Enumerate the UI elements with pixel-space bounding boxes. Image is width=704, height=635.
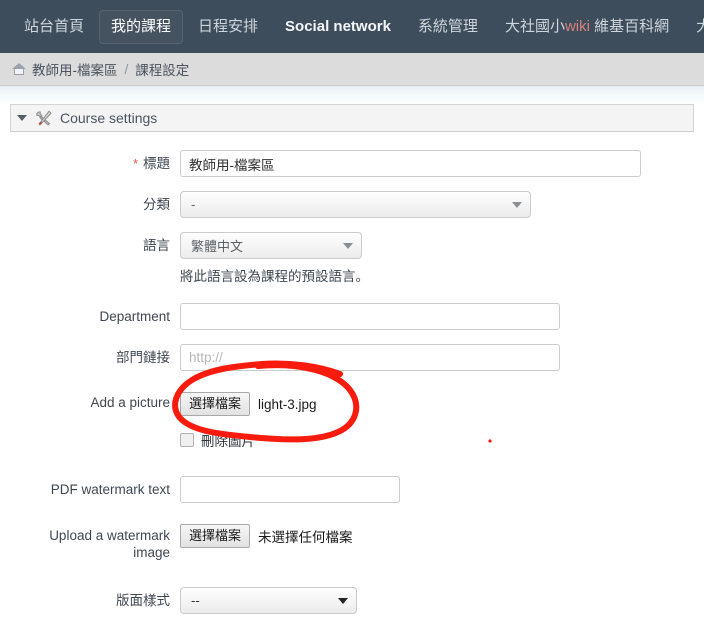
nav-item-schedule[interactable]: 日程安排 bbox=[186, 10, 270, 44]
caret-down-icon[interactable] bbox=[17, 115, 27, 121]
home-icon[interactable] bbox=[12, 62, 26, 76]
delete-picture-row[interactable]: 刪除圖片 bbox=[180, 430, 694, 450]
department-url-input[interactable] bbox=[180, 344, 560, 371]
wiki-brand-text: wiki bbox=[564, 17, 590, 35]
form-row-add-picture: Add a picture 選擇檔案 light-3.jpg 刪除圖片 bbox=[10, 389, 694, 452]
nav-item-school-homepage[interactable]: 大社國小首頁 bbox=[684, 10, 704, 44]
layout-select[interactable]: -- bbox=[180, 587, 357, 614]
header-gradient-strip bbox=[0, 86, 704, 104]
delete-picture-checkbox[interactable] bbox=[180, 433, 194, 447]
nav-item-site-home[interactable]: 站台首頁 bbox=[12, 10, 96, 44]
label-layout: 版面樣式 bbox=[116, 593, 170, 608]
breadcrumb-item-settings: 課程設定 bbox=[135, 63, 190, 78]
language-select[interactable]: 繁體中文 bbox=[180, 232, 362, 259]
category-select[interactable]: - bbox=[180, 191, 531, 218]
nav-item-system-admin[interactable]: 系統管理 bbox=[406, 10, 490, 44]
form-row-language: 語言 繁體中文 將此語言設為課程的預設語言。 bbox=[10, 232, 694, 285]
label-add-picture: Add a picture bbox=[90, 395, 170, 410]
delete-picture-label: 刪除圖片 bbox=[201, 434, 255, 449]
label-category: 分類 bbox=[143, 197, 170, 212]
category-select-value: - bbox=[191, 197, 196, 212]
required-marker: * bbox=[132, 156, 138, 171]
add-picture-file-name: light-3.jpg bbox=[258, 396, 317, 412]
add-picture-file-chooser[interactable]: 選擇檔案 light-3.jpg bbox=[180, 389, 694, 416]
title-input[interactable] bbox=[180, 150, 641, 177]
breadcrumb-item-course[interactable]: 教師用-檔案區 bbox=[32, 59, 118, 79]
course-settings-form: * 標題 分類 - 語言 繁體中文 將此語言設為課程的預設語言。 Departme… bbox=[10, 132, 694, 614]
nav-item-my-courses[interactable]: 我的課程 bbox=[99, 9, 184, 44]
watermark-image-choose-file-button[interactable]: 選擇檔案 bbox=[180, 524, 251, 548]
nav-item-social-network[interactable]: Social network bbox=[273, 10, 403, 44]
department-input[interactable] bbox=[180, 303, 560, 330]
layout-select-value: -- bbox=[191, 593, 200, 608]
nav-item-school-wiki[interactable]: 大社國小wiki 維基百科網 bbox=[493, 10, 681, 44]
language-help-text: 將此語言設為課程的預設語言。 bbox=[180, 269, 369, 284]
form-row-department: Department bbox=[10, 303, 694, 330]
label-language: 語言 bbox=[143, 238, 170, 253]
form-row-watermark-image: Upload a watermark image 選擇檔案 未選擇任何檔案 bbox=[10, 521, 694, 561]
label-watermark-image: Upload a watermark image bbox=[49, 528, 170, 560]
add-picture-choose-file-button[interactable]: 選擇檔案 bbox=[180, 392, 251, 416]
language-select-value: 繁體中文 bbox=[191, 239, 244, 254]
pdf-watermark-text-input[interactable] bbox=[180, 476, 400, 503]
form-row-title: * 標題 bbox=[10, 150, 694, 177]
form-row-department-url: 部門鏈接 bbox=[10, 344, 694, 371]
label-department-url: 部門鏈接 bbox=[116, 350, 170, 365]
course-settings-section-header[interactable]: Course settings bbox=[10, 104, 694, 132]
tools-icon bbox=[35, 109, 53, 127]
label-pdf-watermark-text: PDF watermark text bbox=[50, 482, 170, 497]
watermark-image-file-chooser[interactable]: 選擇檔案 未選擇任何檔案 bbox=[180, 521, 694, 548]
form-row-category: 分類 - bbox=[10, 191, 694, 218]
label-title: * 標題 bbox=[10, 150, 180, 172]
label-department: Department bbox=[99, 309, 170, 324]
watermark-image-file-name: 未選擇任何檔案 bbox=[258, 530, 353, 545]
chevron-down-icon bbox=[343, 242, 353, 249]
label-title-text: 標題 bbox=[143, 156, 170, 171]
main-navbar: 站台首頁 我的課程 日程安排 Social network 系統管理 大社國小w… bbox=[0, 0, 704, 53]
breadcrumb: 教師用-檔案區 / 課程設定 bbox=[0, 53, 704, 86]
form-row-pdf-watermark-text: PDF watermark text bbox=[10, 476, 694, 503]
breadcrumb-separator: / bbox=[124, 61, 129, 77]
chevron-down-icon bbox=[338, 597, 348, 604]
section-title: Course settings bbox=[60, 110, 158, 126]
form-row-layout: 版面樣式 -- bbox=[10, 587, 694, 614]
chevron-down-icon bbox=[512, 201, 522, 208]
